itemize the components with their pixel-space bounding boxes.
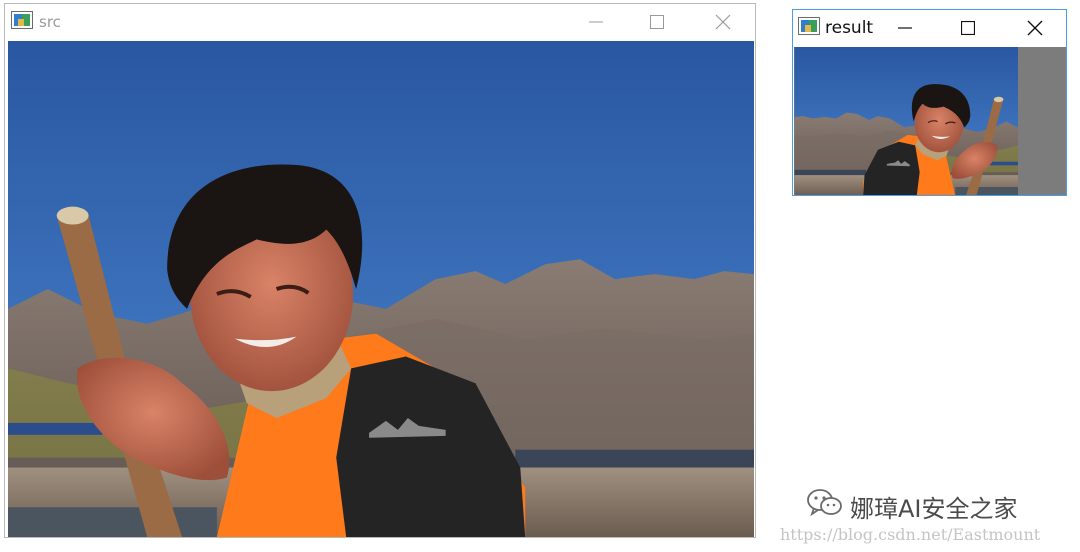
- result-minimize-button[interactable]: [885, 10, 925, 46]
- image-viewer-icon: [798, 17, 820, 39]
- result-window-title: result: [825, 18, 874, 38]
- src-close-button[interactable]: [703, 4, 743, 40]
- result-titlebar[interactable]: result: [793, 10, 1066, 46]
- result-window[interactable]: result: [792, 9, 1067, 196]
- result-close-button[interactable]: [1015, 10, 1055, 46]
- src-window-title: src: [39, 13, 61, 31]
- wechat-icon: [806, 488, 844, 524]
- minimize-icon: [589, 15, 603, 29]
- image-viewer-icon: [11, 11, 33, 33]
- close-icon: [1027, 20, 1043, 36]
- result-maximize-button[interactable]: [948, 10, 988, 46]
- close-icon: [715, 14, 731, 30]
- watermark: 娜璋AI安全之家: [806, 488, 1018, 524]
- maximize-icon: [650, 15, 664, 29]
- src-window[interactable]: src: [4, 3, 756, 538]
- maximize-icon: [961, 21, 975, 35]
- src-titlebar[interactable]: src: [5, 4, 755, 40]
- minimize-icon: [898, 21, 912, 35]
- src-minimize-button[interactable]: [576, 4, 616, 40]
- src-image: [8, 41, 754, 537]
- watermark-text: 娜璋AI安全之家: [850, 494, 1018, 523]
- result-image: [794, 47, 1066, 195]
- blog-url: https://blog.csdn.net/Eastmount: [780, 525, 1041, 544]
- src-maximize-button[interactable]: [637, 4, 677, 40]
